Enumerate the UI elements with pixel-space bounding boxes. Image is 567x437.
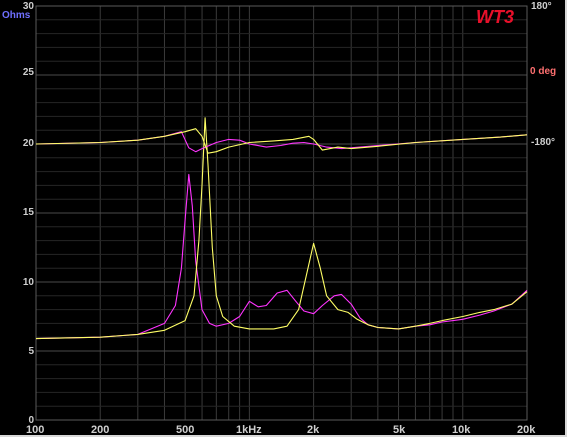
- y-tick-label: 10: [22, 277, 34, 288]
- x-tick-label: 5k: [393, 424, 406, 436]
- y-tick-label: 5: [28, 346, 34, 357]
- x-tick-label: 1kHz: [236, 424, 262, 436]
- y-tick-label: 30: [22, 1, 34, 12]
- y-tick-label: 20: [22, 138, 34, 149]
- x-tick-label: 20k: [517, 424, 536, 436]
- phase-tick-label: -180°: [531, 137, 556, 148]
- right-axis-unit: 0 deg: [530, 66, 557, 77]
- x-tick-label: 2k: [307, 424, 320, 436]
- x-tick-label: 100: [26, 424, 45, 436]
- y-tick-label: 15: [22, 207, 34, 218]
- x-tick-label: 200: [91, 424, 110, 436]
- chart-plot-area: [35, 5, 528, 421]
- x-tick-label: 500: [176, 424, 195, 436]
- y-tick-label: 25: [22, 67, 34, 78]
- x-tick-label: 10k: [452, 424, 471, 436]
- chart-window: Ohms 0 deg WT3 0 5 10 15 20 25 30 180° -…: [0, 0, 567, 437]
- phase-tick-label: 180°: [531, 1, 552, 12]
- wt3-logo: WT3: [476, 7, 514, 27]
